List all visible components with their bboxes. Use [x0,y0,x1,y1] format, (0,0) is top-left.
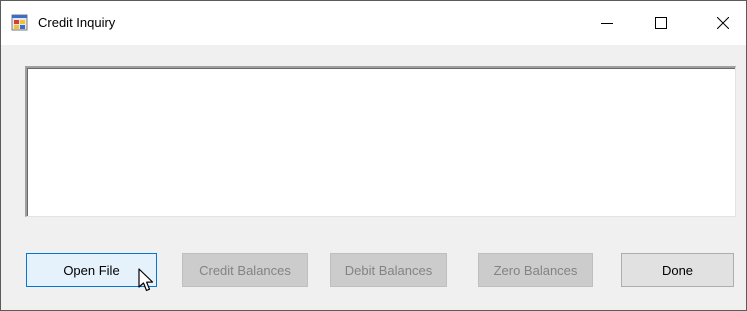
debit-balances-label: Debit Balances [344,262,433,278]
done-label: Done [661,262,694,278]
credit-balances-label: Credit Balances [199,262,291,278]
records-listbox[interactable] [25,66,736,217]
credit-inquiry-window: Credit Inquiry Open File Credit Balances [0,0,747,311]
minimize-button[interactable] [584,1,630,45]
minimize-icon [601,23,613,24]
zero-balances-label: Zero Balances [493,262,578,278]
client-area: Open File Credit Balances Debit Balances… [1,45,746,310]
mouse-pointer-icon [138,268,154,292]
done-button[interactable]: Done [621,253,734,287]
close-button[interactable] [700,1,746,45]
zero-balances-button[interactable]: Zero Balances [478,253,593,287]
title-bar[interactable]: Credit Inquiry [1,1,746,45]
credit-balances-button[interactable]: Credit Balances [182,253,308,287]
close-icon [717,17,729,29]
maximize-button[interactable] [638,1,684,45]
debit-balances-button[interactable]: Debit Balances [330,253,447,287]
window-title: Credit Inquiry [38,15,116,30]
app-icon [11,14,28,31]
open-file-label: Open File [63,262,120,278]
maximize-icon [655,17,667,29]
